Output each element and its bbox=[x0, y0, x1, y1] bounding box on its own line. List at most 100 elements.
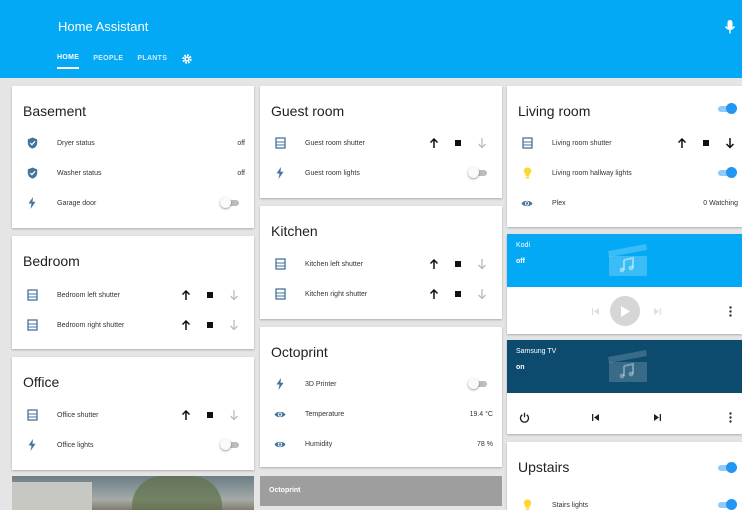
stop-icon[interactable] bbox=[452, 288, 464, 300]
more-options-icon[interactable] bbox=[724, 411, 736, 423]
arrow-up-icon[interactable] bbox=[180, 409, 192, 421]
microphone-icon[interactable] bbox=[724, 19, 736, 35]
flash-icon bbox=[26, 197, 38, 209]
eye-icon bbox=[274, 408, 286, 420]
shutter-controls bbox=[428, 137, 488, 149]
arrow-down-icon[interactable] bbox=[724, 137, 736, 149]
media-player-name: Kodi bbox=[516, 242, 531, 249]
tab-plants[interactable]: PLANTS bbox=[137, 55, 167, 68]
toggle-switch[interactable] bbox=[220, 197, 240, 208]
media-player-state: off bbox=[516, 258, 525, 265]
entity-row-office-lights: Office lights bbox=[12, 435, 254, 455]
arrow-down-icon[interactable] bbox=[228, 409, 240, 421]
entity-name: Guest room lights bbox=[305, 169, 360, 177]
entity-row-kitchen-right-shutter[interactable]: Kitchen right shutter bbox=[260, 284, 502, 304]
entity-name: Office lights bbox=[57, 441, 94, 449]
entity-row-garage-door: Garage door bbox=[12, 193, 254, 213]
play-button[interactable] bbox=[610, 296, 640, 326]
toggle-switch[interactable] bbox=[716, 499, 737, 510]
tab-home[interactable]: HOME bbox=[57, 54, 80, 69]
shutter-controls bbox=[428, 288, 488, 300]
stop-icon[interactable] bbox=[452, 258, 464, 270]
arrow-up-icon[interactable] bbox=[428, 258, 440, 270]
bedroom-card: Bedroom Bedroom left shutter Bedroom rig… bbox=[12, 236, 254, 349]
media-player-state: on bbox=[516, 364, 525, 371]
arrow-down-icon[interactable] bbox=[228, 289, 240, 301]
stop-icon[interactable] bbox=[204, 409, 216, 421]
entity-row-living-room-hallway-lights: Living room hallway lights bbox=[507, 163, 742, 183]
toggle-switch[interactable] bbox=[220, 439, 240, 450]
entity-name: Temperature bbox=[305, 410, 345, 418]
entity-name: Kitchen right shutter bbox=[305, 290, 368, 298]
guest-room-card: Guest room Guest room shutter Guest room… bbox=[260, 86, 502, 198]
entity-row-stairs-lights: Stairs lights bbox=[507, 495, 742, 510]
toggle-switch[interactable] bbox=[716, 167, 737, 178]
app-title: Home Assistant bbox=[58, 19, 149, 34]
stop-icon[interactable] bbox=[204, 319, 216, 331]
previous-icon[interactable] bbox=[589, 305, 601, 317]
card-title: Office bbox=[23, 374, 60, 390]
power-icon[interactable] bbox=[518, 411, 530, 423]
entity-name: Dryer status bbox=[57, 139, 95, 147]
arrow-up-icon[interactable] bbox=[428, 137, 440, 149]
arrow-up-icon[interactable] bbox=[180, 289, 192, 301]
entity-row-dryer[interactable]: Dryer status off bbox=[12, 133, 254, 153]
kodi-media-card: Kodi off bbox=[507, 234, 742, 334]
entity-row-kitchen-left-shutter[interactable]: Kitchen left shutter bbox=[260, 254, 502, 274]
stop-icon[interactable] bbox=[204, 289, 216, 301]
toggle-switch[interactable] bbox=[468, 378, 488, 389]
camera-snapshot[interactable] bbox=[12, 476, 254, 510]
arrow-up-icon[interactable] bbox=[676, 137, 688, 149]
lightbulb-icon bbox=[521, 167, 533, 179]
gear-icon[interactable] bbox=[181, 53, 193, 65]
entity-row-office-shutter[interactable]: Office shutter bbox=[12, 405, 254, 425]
octoprint-card: Octoprint 3D Printer Temperature 19.4 °C… bbox=[260, 327, 502, 467]
entity-row-bedroom-left-shutter[interactable]: Bedroom left shutter bbox=[12, 285, 254, 305]
entity-row-3d-printer: 3D Printer bbox=[260, 374, 502, 394]
header-toggle[interactable] bbox=[716, 103, 737, 114]
arrow-down-icon[interactable] bbox=[476, 288, 488, 300]
basement-card: Basement Dryer status off Washer status … bbox=[12, 86, 254, 228]
window-shutter-icon bbox=[26, 409, 38, 421]
card-title: Octoprint bbox=[271, 344, 328, 360]
lightbulb-icon bbox=[521, 499, 533, 510]
entity-row-temperature[interactable]: Temperature 19.4 °C bbox=[260, 404, 502, 424]
entity-state: 0 Watching bbox=[703, 199, 738, 207]
toggle-switch[interactable] bbox=[468, 167, 488, 178]
shield-icon bbox=[26, 137, 38, 149]
entity-row-bedroom-right-shutter[interactable]: Bedroom right shutter bbox=[12, 315, 254, 335]
card-title: Bedroom bbox=[23, 253, 80, 269]
entity-row-washer[interactable]: Washer status off bbox=[12, 163, 254, 183]
header-toggle[interactable] bbox=[716, 462, 737, 473]
samsung-tv-banner[interactable]: Samsung TV on bbox=[507, 340, 742, 393]
next-icon[interactable] bbox=[651, 305, 663, 317]
arrow-down-icon[interactable] bbox=[476, 137, 488, 149]
tab-people[interactable]: PEOPLE bbox=[93, 55, 123, 68]
card-title: Living room bbox=[518, 103, 591, 119]
entity-name: Office shutter bbox=[57, 411, 99, 419]
stop-icon[interactable] bbox=[700, 137, 712, 149]
octoprint-camera-footer[interactable]: Octoprint bbox=[260, 476, 502, 506]
entity-name: Garage door bbox=[57, 199, 97, 207]
arrow-down-icon[interactable] bbox=[476, 258, 488, 270]
entity-state: 78 % bbox=[477, 440, 493, 448]
shutter-controls bbox=[428, 258, 488, 270]
arrow-up-icon[interactable] bbox=[428, 288, 440, 300]
office-card: Office Office shutter Office lights bbox=[12, 357, 254, 470]
stop-icon[interactable] bbox=[452, 137, 464, 149]
entity-row-plex[interactable]: Plex 0 Watching bbox=[507, 193, 742, 213]
kodi-banner[interactable]: Kodi off bbox=[507, 234, 742, 287]
previous-icon[interactable] bbox=[589, 411, 601, 423]
next-icon[interactable] bbox=[651, 411, 663, 423]
entity-row-living-room-shutter[interactable]: Living room shutter bbox=[507, 133, 742, 153]
entity-row-guest-room-shutter[interactable]: Guest room shutter bbox=[260, 133, 502, 153]
kitchen-card: Kitchen Kitchen left shutter Kitchen rig… bbox=[260, 206, 502, 319]
arrow-down-icon[interactable] bbox=[228, 319, 240, 331]
flash-icon bbox=[26, 439, 38, 451]
entity-name: Plex bbox=[552, 199, 566, 207]
more-options-icon[interactable] bbox=[724, 305, 736, 317]
entity-row-humidity[interactable]: Humidity 78 % bbox=[260, 434, 502, 454]
window-shutter-icon bbox=[274, 137, 286, 149]
entity-name: Humidity bbox=[305, 440, 333, 448]
arrow-up-icon[interactable] bbox=[180, 319, 192, 331]
